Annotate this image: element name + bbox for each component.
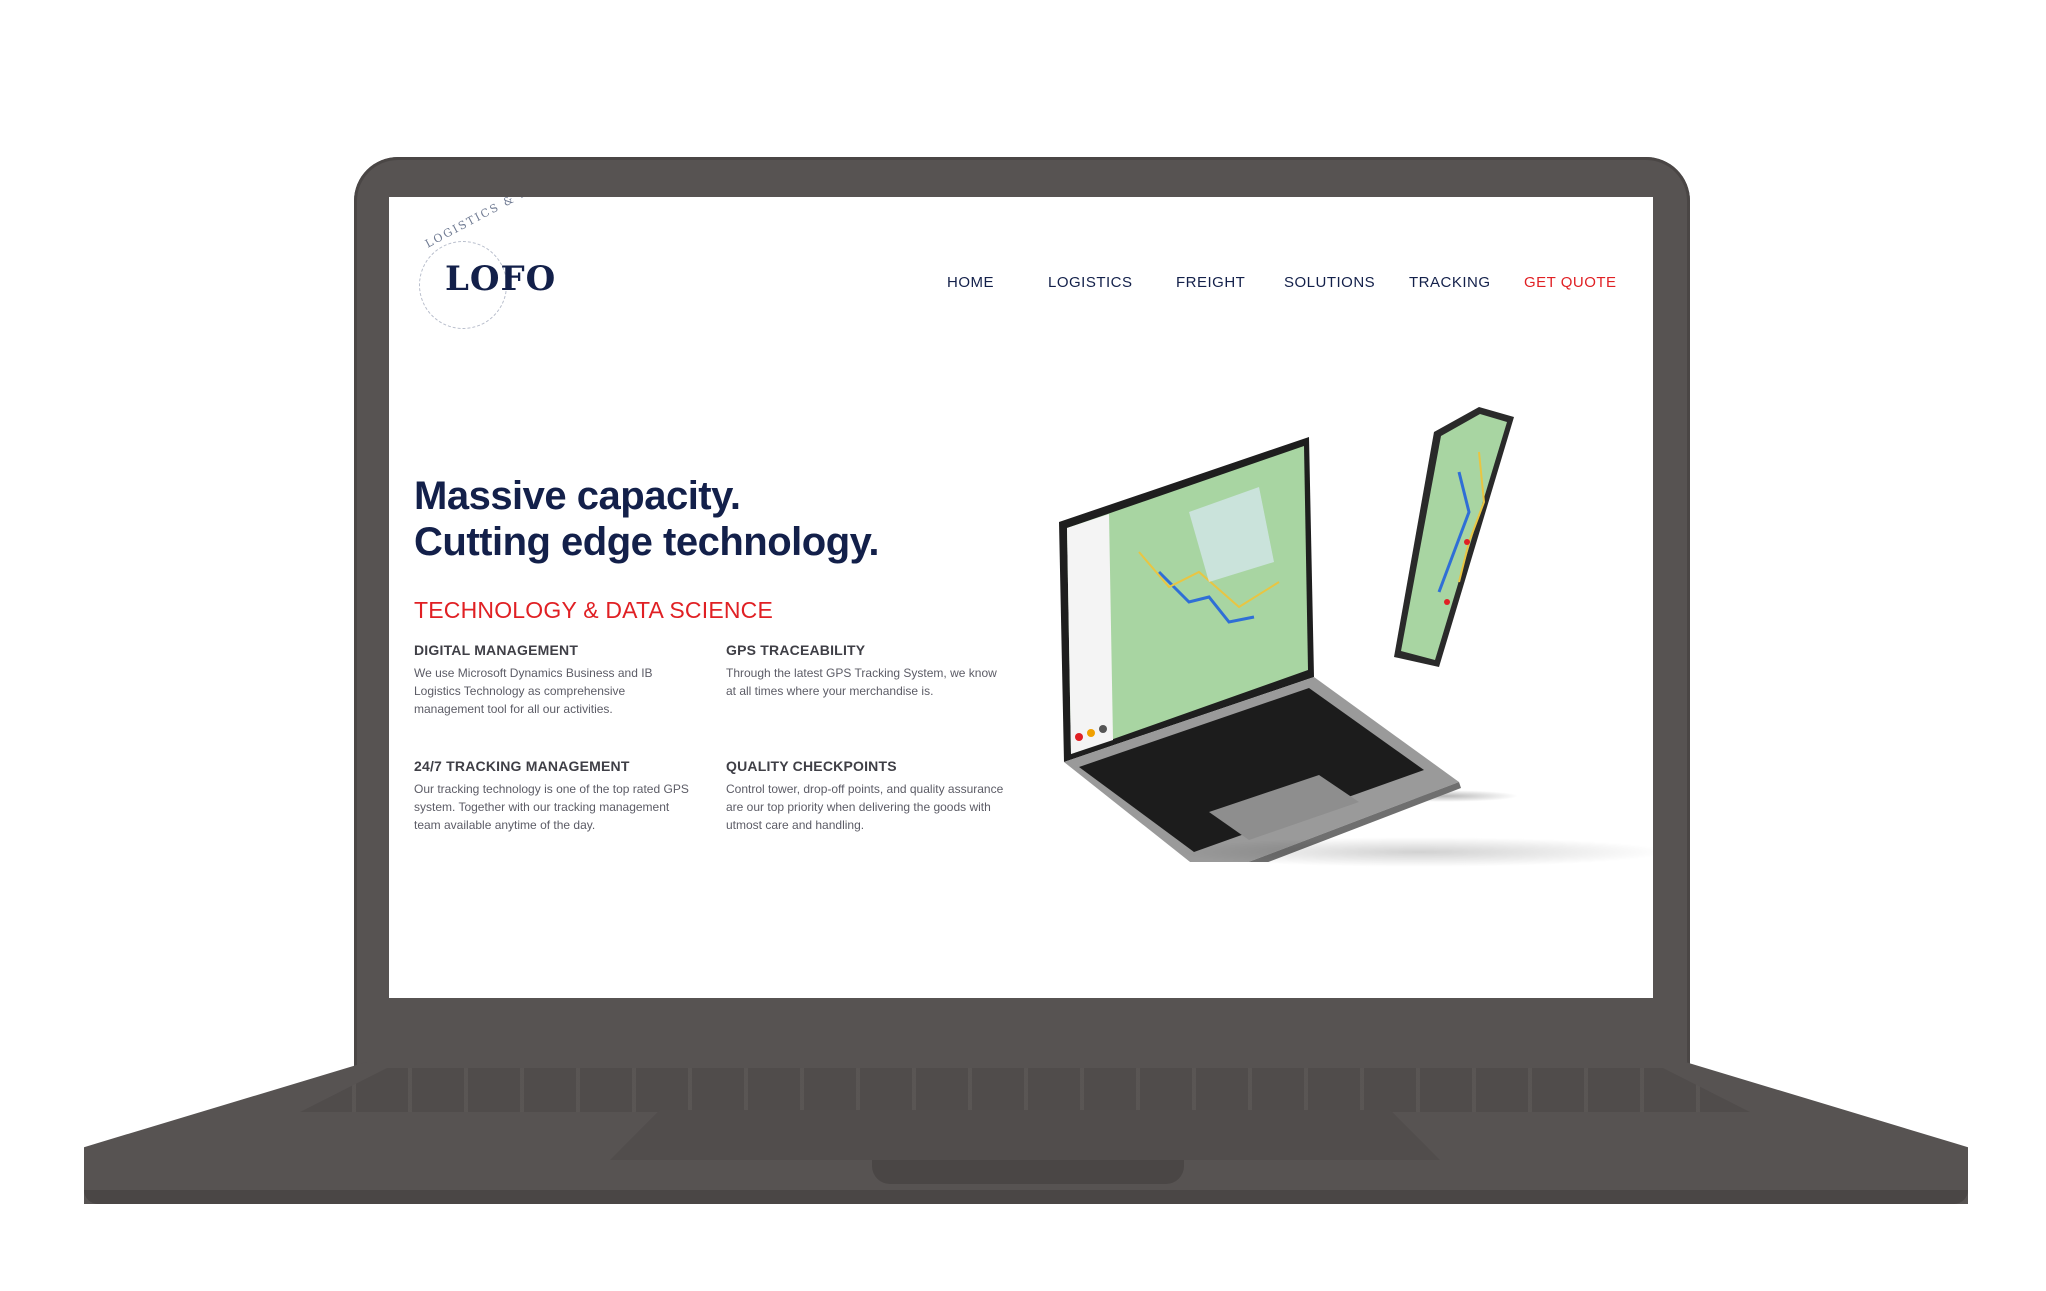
website-screen: LOGISTICS & FORWARDING LOFO HOME LOGISTI… (389, 197, 1653, 998)
feature-digital-management: DIGITAL MANAGEMENT We use Microsoft Dyna… (414, 642, 694, 718)
hero-headline: Massive capacity. Cutting edge technolog… (414, 473, 1034, 565)
hero-illustration (1039, 392, 1639, 862)
hero-headline-line2: Cutting edge technology. (414, 520, 880, 564)
feature-title: DIGITAL MANAGEMENT (414, 642, 579, 658)
nav-solutions[interactable]: SOLUTIONS (1284, 274, 1375, 291)
nav-get-quote[interactable]: GET QUOTE (1524, 274, 1617, 291)
feature-text: Through the latest GPS Tracking System, … (726, 666, 997, 698)
device-open-notch (872, 1160, 1184, 1184)
feature-title: QUALITY CHECKPOINTS (726, 758, 897, 774)
feature-title: 24/7 TRACKING MANAGEMENT (414, 758, 630, 774)
feature-quality-checkpoints: QUALITY CHECKPOINTS Control tower, drop-… (726, 758, 1006, 834)
feature-gps-traceability: GPS TRACEABILITY Through the latest GPS … (726, 642, 1006, 700)
device-trackpad (610, 1110, 1440, 1160)
feature-tracking-management: 24/7 TRACKING MANAGEMENT Our tracking te… (414, 758, 694, 834)
feature-text: Our tracking technology is one of the to… (414, 782, 689, 832)
device-front-edge (84, 1190, 1968, 1204)
devices-illustration (1059, 407, 1514, 862)
hero-subhead: TECHNOLOGY & DATA SCIENCE (414, 597, 774, 623)
nav-tracking[interactable]: TRACKING (1409, 274, 1491, 291)
nav-logistics[interactable]: LOGISTICS (1048, 274, 1133, 291)
feature-text: We use Microsoft Dynamics Business and I… (414, 666, 653, 716)
nav-home[interactable]: HOME (947, 274, 994, 291)
nav-freight[interactable]: FREIGHT (1176, 274, 1245, 291)
feature-text: Control tower, drop-off points, and qual… (726, 782, 1004, 832)
main-nav: HOME LOGISTICS FREIGHT SOLUTIONS TRACKIN… (389, 274, 1653, 298)
device-keyboard-row (300, 1068, 1750, 1112)
phone-map-mockup (1394, 407, 1514, 667)
feature-title: GPS TRACEABILITY (726, 642, 866, 658)
laptop-shadow (1169, 837, 1653, 867)
hero-headline-line1: Massive capacity. (414, 474, 741, 518)
